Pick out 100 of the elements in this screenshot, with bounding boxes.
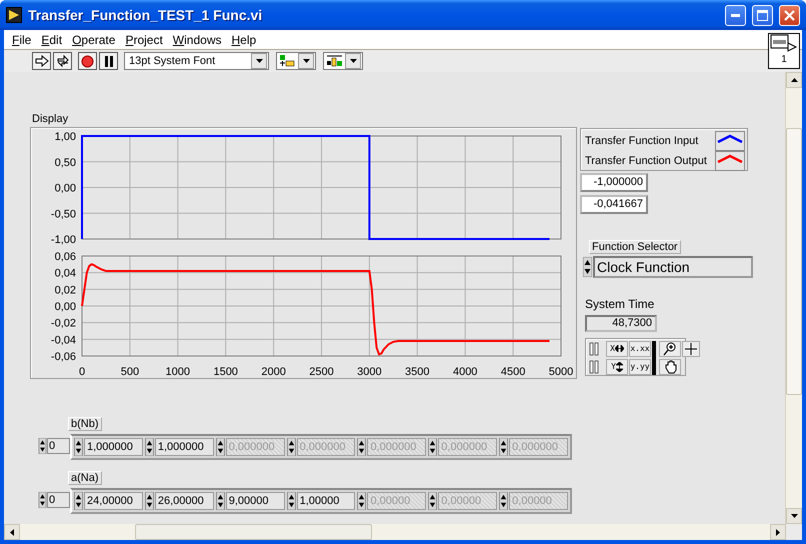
spinner-icon[interactable]: [144, 492, 154, 510]
x-scale-button[interactable]: X: [606, 340, 628, 356]
numeric-field[interactable]: 9,00000: [226, 492, 285, 510]
scrollbar-corner: [786, 524, 802, 540]
align-dropdown[interactable]: [276, 52, 316, 70]
ring-control[interactable]: Clock Function: [593, 256, 753, 278]
dropdown-arrow-icon: [256, 59, 262, 63]
numeric-indicator: -1,000000: [580, 173, 648, 192]
y-tick-label: -0,06: [50, 351, 76, 363]
spinner-icon[interactable]: [74, 438, 83, 456]
y-tick-label: 0,04: [54, 268, 76, 280]
run-button[interactable]: [32, 52, 51, 70]
vi-number: 1: [781, 54, 787, 65]
indicator-label: System Time: [585, 297, 654, 311]
spinner-icon[interactable]: [216, 438, 225, 456]
pause-button[interactable]: [99, 52, 118, 70]
array-label: a(Na): [68, 471, 102, 485]
y-tick-label: 0,02: [54, 284, 76, 296]
x-format-button[interactable]: x.xx: [629, 340, 651, 356]
spinner-icon[interactable]: [286, 438, 296, 456]
vi-icon[interactable]: 1: [768, 33, 800, 69]
distribute-icon: [326, 55, 343, 67]
menu-item[interactable]: Help: [226, 32, 262, 46]
spinner-icon[interactable]: [286, 492, 296, 510]
spinner-icon[interactable]: [499, 438, 508, 456]
scroll-right-icon[interactable]: [776, 528, 780, 536]
numeric-indicator: 48,7300: [585, 315, 657, 332]
y-tick-label: 0,06: [54, 251, 76, 263]
plot-style-icon[interactable]: [715, 131, 745, 151]
legend-label: Transfer Function Input: [585, 135, 698, 147]
font-dropdown[interactable]: 13pt System Font: [124, 52, 269, 70]
minimize-icon: [731, 14, 740, 16]
y-tick-label: 0,00: [54, 301, 76, 313]
x-tick-label: 3500: [405, 366, 430, 376]
x-tick-label: 1500: [213, 366, 238, 376]
horizontal-scrollbar[interactable]: [4, 524, 786, 540]
spinner-icon[interactable]: [38, 438, 47, 454]
array-label: b(Nb): [68, 417, 102, 431]
index-field[interactable]: 0: [47, 438, 70, 454]
y-tick-label: -0,50: [50, 208, 76, 220]
x-tick-label: 0: [78, 366, 86, 376]
numeric-field[interactable]: 1,000000: [154, 438, 214, 456]
dropdown-arrow-icon: [350, 59, 356, 63]
scroll-up-icon[interactable]: [790, 78, 798, 82]
close-icon: [784, 10, 795, 20]
dropdown-arrow-icon: [302, 59, 310, 63]
numeric-field[interactable]: 1,00000: [296, 492, 356, 510]
distribute-dropdown[interactable]: [323, 52, 363, 70]
plot-style-icon[interactable]: [715, 151, 745, 171]
index-field[interactable]: 0: [47, 492, 70, 508]
scroll-left-icon[interactable]: [10, 528, 14, 536]
menu-item[interactable]: Operate: [67, 32, 120, 46]
spinner-icon[interactable]: [357, 492, 366, 510]
spinner-icon[interactable]: [216, 492, 225, 510]
spinner-icon[interactable]: [428, 492, 438, 510]
run-continuously-button[interactable]: [53, 52, 72, 70]
x-tick-label: 2500: [309, 366, 334, 376]
x-tick-label: 4500: [500, 366, 526, 376]
y-scale-button[interactable]: Y: [606, 358, 628, 374]
app-icon: [6, 7, 22, 23]
abort-button[interactable]: [78, 52, 97, 70]
stop-icon: [81, 54, 94, 68]
x-tick-label: 4000: [452, 366, 478, 376]
spinner-icon[interactable]: [38, 492, 47, 508]
menu-item[interactable]: File: [7, 32, 36, 46]
menu-item[interactable]: Project: [120, 32, 168, 46]
pan-button[interactable]: [659, 358, 681, 374]
arrow-icon: [34, 55, 48, 67]
x-tick-label: 500: [120, 366, 140, 376]
spinner-icon[interactable]: [144, 438, 154, 456]
maximize-button[interactable]: [752, 4, 773, 26]
x-tick-label: 3000: [357, 366, 382, 376]
vertical-arrows-icon: [616, 362, 623, 372]
menu-item[interactable]: Edit: [36, 32, 68, 46]
close-button[interactable]: [779, 4, 800, 26]
numeric-field[interactable]: 1,000000: [84, 438, 143, 456]
vertical-scrollbar[interactable]: [785, 72, 802, 524]
zoom-button[interactable]: [659, 340, 681, 356]
y-tick-label: -0,02: [50, 318, 76, 330]
menu-item[interactable]: Windows: [168, 32, 226, 46]
x-tick-label: 1000: [166, 366, 190, 376]
spinner-icon[interactable]: [499, 492, 508, 510]
spinner-icon[interactable]: [357, 438, 366, 456]
y-tick-label: 0,50: [54, 156, 76, 169]
y-tick-label: 1,00: [54, 131, 76, 143]
spinner-icon[interactable]: [74, 492, 83, 510]
cursor-button[interactable]: [682, 340, 700, 356]
y-tick-label: 0,00: [54, 182, 76, 194]
spinner-icon[interactable]: [583, 257, 592, 277]
graph-label: Display: [32, 113, 68, 125]
y-tick-label: -0,04: [50, 334, 76, 346]
window-title: Transfer_Function_TEST_1 Func.vi: [28, 7, 264, 23]
numeric-field[interactable]: 24,00000: [84, 492, 143, 510]
scroll-down-icon[interactable]: [790, 514, 798, 518]
numeric-field[interactable]: 26,00000: [154, 492, 214, 510]
y-format-button[interactable]: y.yy: [629, 358, 651, 374]
spinner-icon[interactable]: [428, 438, 438, 456]
x-tick-label: 2000: [261, 366, 286, 376]
minimize-button[interactable]: [725, 4, 746, 26]
control-label: Function Selector: [589, 240, 681, 254]
